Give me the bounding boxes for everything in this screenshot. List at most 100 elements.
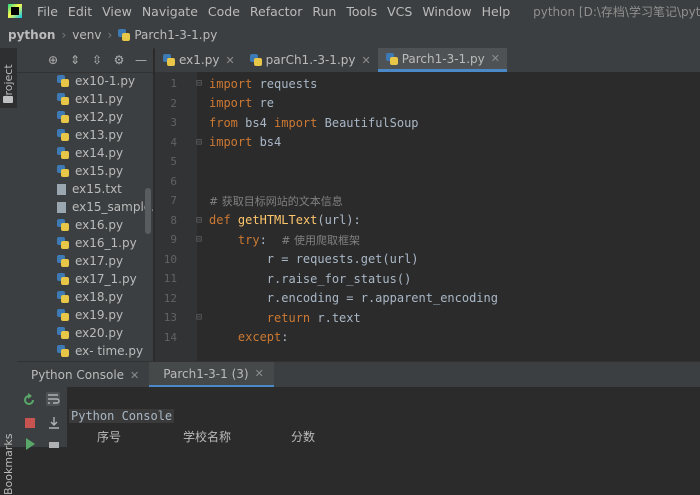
file-tree-item[interactable]: ex13.py [17, 126, 143, 144]
python-file-icon [57, 345, 69, 357]
close-icon[interactable]: ✕ [361, 54, 370, 67]
menu-code[interactable]: Code [203, 4, 245, 19]
file-tree: ex10-1.py ex11.py ex12.py ex13.py ex14.py ex1… [17, 72, 153, 360]
project-tool-tab[interactable]: Project [0, 48, 17, 108]
locate-icon[interactable]: ⊕ [47, 53, 59, 67]
gear-icon[interactable]: ⚙ [113, 53, 125, 67]
code-line[interactable]: 4 ⊟ import bs4 [155, 133, 700, 153]
code-line[interactable]: 12 r.encoding = r.apparent_encoding [155, 289, 700, 309]
fold-marker-icon[interactable]: ⊟ [189, 234, 209, 245]
menu-window[interactable]: Window [417, 4, 476, 19]
fold-marker-icon[interactable]: ⊟ [189, 78, 209, 89]
tab-parch1-3-1-copy[interactable]: parCh1.-3-1.py ✕ [242, 48, 378, 72]
line-number: 6 [170, 174, 177, 188]
breadcrumb: python › venv › Parch1-3-1.py [0, 22, 700, 49]
print-icon[interactable] [47, 437, 61, 451]
code-text: r = requests.get(url) [209, 252, 419, 267]
file-name: ex13.py [75, 128, 124, 142]
code-text: import bs4 [209, 135, 282, 150]
soft-wrap-icon[interactable] [46, 392, 60, 406]
file-tree-item[interactable]: ex19.py [17, 306, 143, 324]
python-file-icon [57, 165, 69, 177]
file-tree-item[interactable]: ex10-1.py [17, 72, 143, 90]
text-file-icon [57, 183, 66, 195]
python-file-icon [57, 219, 69, 231]
close-icon[interactable]: ✕ [130, 369, 139, 382]
file-tree-item[interactable]: ex18.py [17, 288, 143, 306]
file-tree-item[interactable]: ex14.py [17, 144, 143, 162]
file-tree-item[interactable]: ex20.py [17, 324, 143, 342]
tab-label: parCh1.-3-1.py [265, 53, 356, 67]
code-line[interactable]: 6 [155, 172, 700, 192]
close-icon[interactable]: ✕ [255, 367, 264, 380]
file-tree-item[interactable]: ex17_1.py [17, 270, 143, 288]
code-text: return r.text [266, 310, 361, 325]
menu-navigate[interactable]: Navigate [137, 4, 203, 19]
menu-view[interactable]: View [97, 4, 137, 19]
expand-all-icon[interactable]: ⇕ [69, 53, 81, 67]
run-icon[interactable] [23, 437, 37, 451]
scroll-to-end-icon[interactable] [47, 416, 61, 430]
code-line[interactable]: 10 r = requests.get(url) [155, 250, 700, 270]
menu-refactor[interactable]: Refactor [245, 4, 307, 19]
file-tree-item[interactable]: ex15.txt [17, 180, 143, 198]
file-tree-item[interactable]: ex- time.py [17, 342, 143, 360]
console-output[interactable]: Python Console 序号 学校名称 分数 [67, 387, 700, 447]
code-line[interactable]: 8 ⊟ def getHTMLText(url): [155, 211, 700, 231]
code-line[interactable]: 7 # 获取目标网站的文本信息 [155, 191, 700, 211]
file-tree-item[interactable]: ex12.py [17, 108, 143, 126]
breadcrumb-file[interactable]: Parch1-3-1.py [134, 28, 217, 42]
breadcrumb-project[interactable]: python [8, 28, 55, 42]
chevron-right-icon: › [61, 28, 67, 42]
column-index-header: 序号 [97, 430, 122, 444]
run-tool-tabs: Python Console ✕ Parch1-3-1 (3) ✕ [17, 361, 700, 388]
menu-edit[interactable]: Edit [63, 4, 97, 19]
tab-ex1[interactable]: ex1.py ✕ [155, 48, 242, 72]
tab-label: ex1.py [179, 53, 220, 67]
fold-marker-icon[interactable]: ⊟ [189, 312, 209, 323]
file-name: ex17_1.py [75, 272, 137, 286]
fold-marker-icon[interactable]: ⊟ [189, 215, 209, 226]
code-line[interactable]: 9 ⊟ try: # 使用爬取框架 [155, 230, 700, 250]
breadcrumb-folder[interactable]: venv [72, 28, 101, 42]
code-line[interactable]: 11 r.raise_for_status() [155, 269, 700, 289]
file-name: ex16.py [75, 218, 124, 232]
menu-help[interactable]: Help [477, 4, 516, 19]
code-line[interactable]: 5 [155, 152, 700, 172]
tab-run-parch1-3-1[interactable]: Parch1-3-1 (3) ✕ [149, 362, 274, 388]
hide-icon[interactable]: — [135, 53, 147, 67]
fold-marker-icon[interactable]: ⊟ [189, 137, 209, 148]
close-icon[interactable]: ✕ [225, 54, 234, 67]
python-file-icon [57, 327, 69, 339]
stop-icon[interactable] [23, 416, 37, 430]
line-number: 9 [170, 233, 177, 247]
bookmarks-tab[interactable]: Bookmarks [2, 434, 15, 495]
folder-icon [3, 96, 13, 103]
code-editor[interactable]: 1 ⊟ import requests 2 import re 3 from bs4 imp… [155, 72, 700, 361]
tab-parch1-3-1[interactable]: Parch1-3-1.py ✕ [377, 48, 507, 72]
collapse-all-icon[interactable]: ⇳ [91, 53, 103, 67]
file-tree-item[interactable]: ex17.py [17, 252, 143, 270]
menu-run[interactable]: Run [307, 4, 341, 19]
file-tree-item[interactable]: ex15.py [17, 162, 143, 180]
file-tree-item[interactable]: ex16_1.py [17, 234, 143, 252]
menu-vcs[interactable]: VCS [382, 4, 417, 19]
code-text: from bs4 import BeautifulSoup [209, 115, 419, 130]
file-name: ex18.py [75, 290, 124, 304]
file-tree-item[interactable]: ex15_sample.txt [17, 198, 153, 216]
line-number: 13 [163, 311, 177, 325]
code-line[interactable]: 14 except: [155, 328, 700, 348]
code-line[interactable]: 13 ⊟ return r.text [155, 308, 700, 328]
code-line[interactable]: 1 ⊟ import requests [155, 74, 700, 94]
menu-file[interactable]: File [32, 4, 63, 19]
tab-python-console[interactable]: Python Console ✕ [17, 362, 149, 388]
file-name: ex15_sample.txt [72, 200, 153, 214]
code-line[interactable]: 2 import re [155, 94, 700, 114]
close-icon[interactable]: ✕ [491, 52, 500, 65]
file-tree-item[interactable]: ex11.py [17, 90, 143, 108]
code-line[interactable]: 3 from bs4 import BeautifulSoup [155, 113, 700, 133]
project-scrollbar[interactable] [145, 188, 151, 234]
rerun-icon[interactable] [22, 393, 36, 407]
menu-tools[interactable]: Tools [341, 4, 382, 19]
file-tree-item[interactable]: ex16.py [17, 216, 143, 234]
